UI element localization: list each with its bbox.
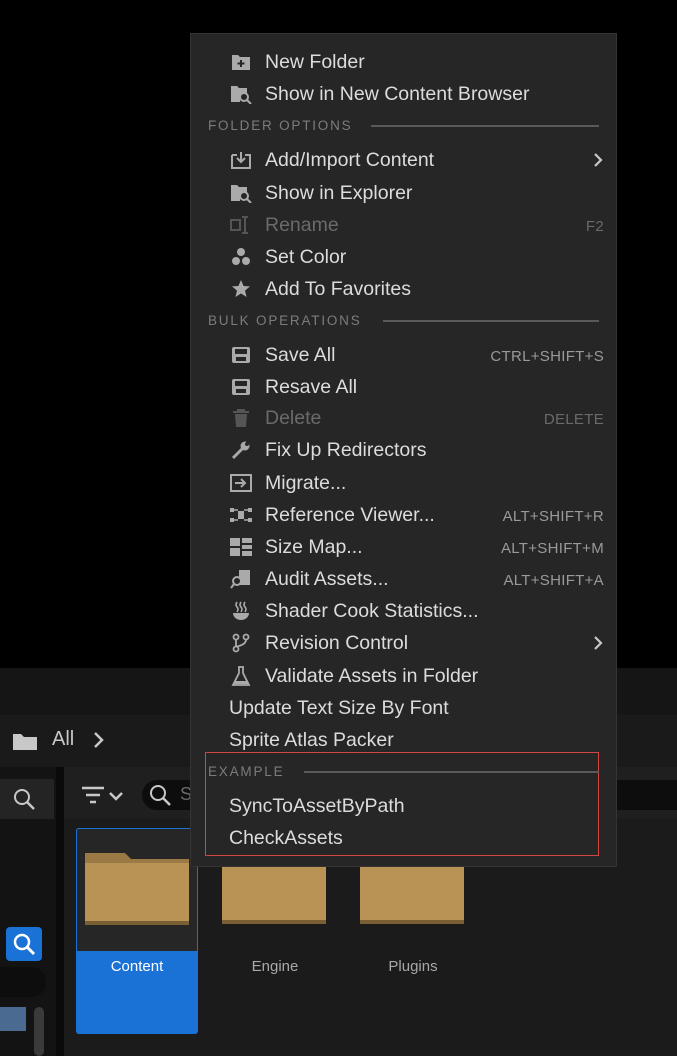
section-divider: [304, 771, 599, 773]
menu-item-revision-control[interactable]: Revision Control: [191, 627, 616, 659]
search-button[interactable]: [6, 927, 42, 961]
menu-item-set-color[interactable]: Set Color: [191, 241, 616, 273]
context-menu: New Folder Show in New Content Browser F…: [190, 33, 617, 867]
menu-item-label: Add To Favorites: [265, 278, 411, 300]
sources-filter-input[interactable]: [0, 967, 46, 997]
folder-tile-content[interactable]: Content: [76, 828, 198, 1034]
menu-item-validate-assets[interactable]: Validate Assets in Folder: [191, 660, 616, 692]
audit-icon: [229, 569, 253, 589]
menu-item-show-in-explorer[interactable]: Show in Explorer: [191, 177, 616, 209]
save-icon: [229, 345, 253, 365]
shortcut-label: CTRL+SHIFT+S: [490, 348, 604, 365]
scrollbar[interactable]: [34, 1007, 44, 1056]
menu-item-new-folder[interactable]: New Folder: [191, 46, 616, 78]
chevron-right-icon: [594, 153, 603, 167]
menu-item-label: Shader Cook Statistics...: [265, 600, 479, 622]
color-icon: [229, 247, 253, 267]
resave-icon: [229, 377, 253, 397]
shortcut-label: ALT+SHIFT+M: [500, 540, 604, 557]
section-divider: [383, 320, 599, 322]
menu-item-shader-cook-statistics[interactable]: Shader Cook Statistics...: [191, 595, 616, 627]
shader-cook-icon: [229, 601, 253, 621]
menu-item-sync-to-asset-by-path[interactable]: SyncToAssetByPath: [191, 790, 616, 822]
wrench-icon: [229, 440, 253, 460]
menu-item-label: Set Color: [265, 246, 347, 268]
menu-item-label: Size Map...: [265, 536, 363, 558]
folder-icon[interactable]: [12, 731, 38, 751]
menu-item-label: Reference Viewer...: [265, 504, 435, 526]
new-folder-icon: [229, 52, 253, 72]
menu-item-add-to-favorites[interactable]: Add To Favorites: [191, 273, 616, 305]
menu-item-label: Audit Assets...: [265, 568, 389, 590]
menu-item-rename[interactable]: Rename F2: [191, 209, 616, 241]
menu-item-migrate[interactable]: Migrate...: [191, 467, 616, 499]
flask-icon: [229, 666, 253, 686]
menu-item-label: Validate Assets in Folder: [265, 665, 479, 687]
tile-label: Engine: [251, 958, 299, 975]
path-segment-all[interactable]: All: [52, 728, 74, 751]
menu-item-size-map[interactable]: Size Map... ALT+SHIFT+M: [191, 531, 616, 563]
folder-icon: [85, 853, 189, 925]
star-icon: [229, 279, 253, 299]
shortcut-label: F2: [585, 218, 604, 235]
selected-source-item[interactable]: [0, 1007, 26, 1031]
menu-item-label: Fix Up Redirectors: [265, 439, 427, 461]
shortcut-label: DELETE: [543, 411, 604, 428]
shortcut-label: ALT+SHIFT+A: [503, 572, 604, 589]
explorer-icon: [229, 183, 253, 203]
menu-item-label: Resave All: [265, 376, 358, 398]
sources-search-row: [0, 779, 54, 819]
migrate-icon: [229, 473, 253, 493]
menu-item-audit-assets[interactable]: Audit Assets... ALT+SHIFT+A: [191, 563, 616, 595]
section-header-example: EXAMPLE: [208, 764, 285, 779]
trash-icon: [229, 408, 253, 428]
menu-item-label: CheckAssets: [229, 827, 343, 849]
menu-item-check-assets[interactable]: CheckAssets: [191, 822, 616, 854]
rename-icon: [229, 215, 253, 235]
menu-item-save-all[interactable]: Save All CTRL+SHIFT+S: [191, 339, 616, 371]
import-icon: [229, 150, 253, 170]
menu-item-reference-viewer[interactable]: Reference Viewer... ALT+SHIFT+R: [191, 499, 616, 531]
menu-item-label: Update Text Size By Font: [229, 697, 449, 719]
menu-item-label: Revision Control: [265, 632, 409, 654]
search-icon: [150, 785, 171, 806]
menu-item-add-import-content[interactable]: Add/Import Content: [191, 144, 616, 176]
size-map-icon: [229, 537, 253, 557]
sources-panel: [0, 767, 56, 1056]
menu-item-label: Add/Import Content: [265, 149, 435, 171]
menu-item-label: New Folder: [265, 51, 365, 73]
search-icon: [13, 933, 36, 956]
section-divider: [371, 125, 599, 127]
menu-item-label: Show in Explorer: [265, 182, 413, 204]
shortcut-label: ALT+SHIFT+R: [502, 508, 604, 525]
menu-item-label: Delete: [265, 407, 322, 429]
chevron-right-icon: [594, 636, 603, 650]
menu-item-label: Rename: [265, 214, 339, 236]
menu-item-delete[interactable]: Delete DELETE: [191, 402, 616, 434]
search-icon[interactable]: [12, 787, 36, 811]
chevron-right-icon[interactable]: [92, 731, 106, 749]
filter-icon[interactable]: [80, 785, 130, 807]
show-in-content-browser-icon: [229, 84, 253, 104]
menu-item-label: Sprite Atlas Packer: [229, 729, 394, 751]
menu-item-update-text-size-by-font[interactable]: Update Text Size By Font: [191, 692, 616, 724]
section-header-bulk-operations: BULK OPERATIONS: [208, 313, 362, 328]
revision-control-icon: [229, 633, 253, 653]
menu-item-show-in-new-content-browser[interactable]: Show in New Content Browser: [191, 78, 616, 110]
tile-label: Plugins: [388, 958, 438, 975]
menu-item-label: SyncToAssetByPath: [229, 795, 405, 817]
tile-label: Content: [110, 958, 164, 975]
menu-item-resave-all[interactable]: Resave All: [191, 371, 616, 403]
splitter[interactable]: [56, 767, 64, 1056]
reference-viewer-icon: [229, 505, 253, 525]
menu-item-fix-up-redirectors[interactable]: Fix Up Redirectors: [191, 434, 616, 466]
section-header-folder-options: FOLDER OPTIONS: [208, 118, 353, 133]
menu-item-label: Show in New Content Browser: [265, 83, 530, 105]
menu-item-label: Save All: [265, 344, 336, 366]
menu-item-label: Migrate...: [265, 472, 347, 494]
folder-thumbnail: [76, 828, 198, 952]
